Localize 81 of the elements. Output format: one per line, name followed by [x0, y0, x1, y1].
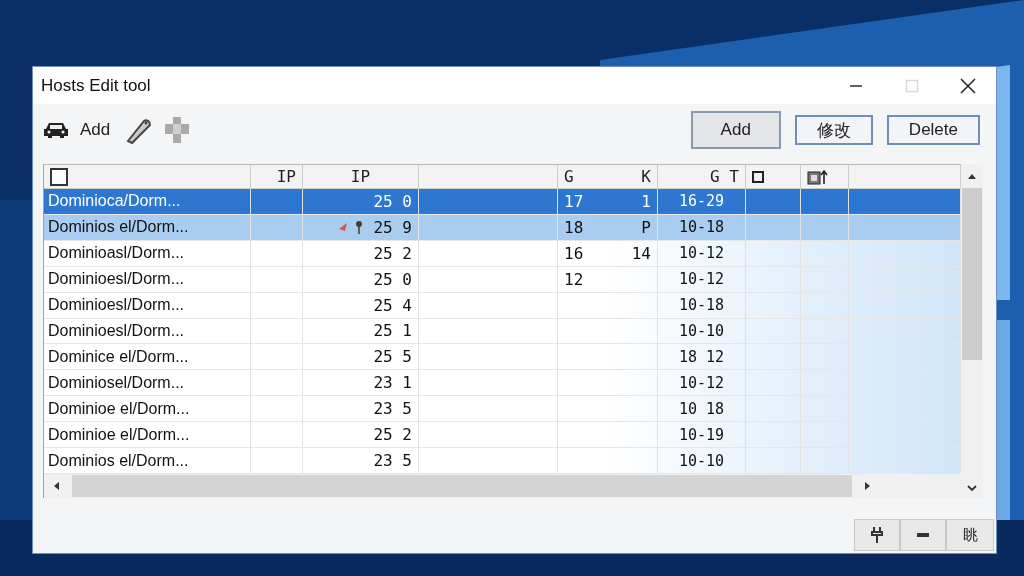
- column-header[interactable]: IP: [276, 167, 296, 186]
- horizontal-scrollbar[interactable]: [44, 474, 961, 498]
- square-icon: [752, 170, 764, 183]
- ip-value: 25 0: [373, 191, 412, 211]
- delete-button[interactable]: Delete: [886, 115, 980, 145]
- scroll-thumb[interactable]: [72, 475, 852, 497]
- column-header[interactable]: G T: [710, 167, 739, 186]
- edit-button[interactable]: 修改: [794, 115, 873, 145]
- date-value: 10-18: [678, 218, 725, 237]
- vertical-scrollbar[interactable]: [961, 164, 983, 498]
- host-name: Dominioesl/Dorm...: [48, 322, 185, 340]
- host-name: Dominioasl/Dorm...: [48, 244, 185, 263]
- host-name: Dominioesl/Dorm...: [48, 296, 185, 315]
- date-value: 10-19: [678, 425, 725, 444]
- table-row[interactable]: Dominioe el/Dorm... 25 2 10-19: [44, 422, 961, 449]
- table-row[interactable]: Dominioesl/Dorm... 25 4 10-18: [44, 292, 961, 319]
- ip-value: 25 9: [373, 217, 412, 237]
- table-row[interactable]: Dominios el/Dorm... 25 9 18 P 10-18: [44, 214, 961, 241]
- minus-icon: [916, 532, 930, 538]
- ip-value: 25 4: [373, 295, 412, 315]
- date-value: 10-12: [678, 244, 725, 263]
- table-row[interactable]: Dominiosel/Dorm... 23 1 10-12: [44, 370, 961, 397]
- table-row[interactable]: Dominioca/Dorm... 25 0 17 1 16-29: [44, 189, 961, 215]
- add-button[interactable]: Add: [690, 111, 781, 149]
- host-name: Dominioe el/Dorm...: [48, 399, 190, 418]
- status-button[interactable]: 眺: [946, 519, 994, 551]
- scroll-down-icon[interactable]: [967, 484, 977, 492]
- table-row[interactable]: Dominioesl/Dorm... 25 0 12 10-12: [44, 266, 961, 293]
- host-name: Dominiosel/Dorm...: [48, 373, 185, 392]
- minimize-icon: [849, 84, 863, 87]
- g-value: 12: [564, 269, 584, 289]
- date-value: 10 18: [678, 399, 725, 418]
- window-title: Hosts Edit tool: [41, 75, 151, 96]
- date-value: 10-18: [678, 296, 725, 315]
- minus-button[interactable]: [900, 519, 946, 551]
- ip-value: 23 5: [373, 451, 412, 470]
- table-row[interactable]: Dominioesl/Dorm... 25 1 10-10: [44, 318, 961, 345]
- table-row[interactable]: Dominioasl/Dorm... 25 2 16 14 10-12: [44, 240, 961, 267]
- ip-value: 25 0: [373, 269, 412, 289]
- plug-icon: [870, 526, 884, 544]
- date-value: 10-10: [678, 451, 725, 470]
- ip-value: 25 1: [373, 321, 412, 341]
- ip-value: 25 2: [373, 425, 412, 445]
- date-value: 10-10: [678, 322, 725, 340]
- host-name: Dominioca/Dorm...: [48, 192, 181, 211]
- k-value: 1: [641, 191, 651, 211]
- scroll-thumb[interactable]: [962, 188, 982, 360]
- table-row[interactable]: Dominios el/Dorm... 23 5 10-10: [44, 448, 961, 474]
- scroll-left-icon[interactable]: [52, 481, 60, 491]
- host-name: Dominioe el/Dorm...: [48, 425, 190, 444]
- table-row[interactable]: Dominioe el/Dorm... 23 5 10 18: [44, 396, 961, 423]
- date-value: 10-12: [678, 270, 725, 289]
- ip-value: 23 5: [373, 399, 412, 419]
- host-name: Dominios el/Dorm...: [48, 218, 189, 237]
- ip-value: 25 2: [373, 243, 412, 263]
- host-name: Dominioesl/Dorm...: [48, 270, 185, 289]
- header-checkbox[interactable]: [50, 167, 68, 186]
- column-header[interactable]: G: [564, 167, 574, 186]
- ip-value: 25 5: [373, 347, 412, 367]
- close-icon: [960, 77, 976, 94]
- g-value: 18: [564, 217, 584, 237]
- column-header[interactable]: K: [641, 167, 651, 186]
- host-name: Dominios el/Dorm...: [48, 451, 189, 470]
- host-name: Dominice el/Dorm...: [48, 347, 189, 366]
- date-value: 10-12: [678, 373, 725, 392]
- device-icon: [807, 168, 829, 185]
- k-value: 14: [631, 243, 651, 263]
- scroll-up-icon[interactable]: [967, 172, 977, 180]
- plug-button[interactable]: [854, 519, 900, 551]
- table-row[interactable]: Dominice el/Dorm... 25 5 18 12: [44, 344, 961, 371]
- date-value: 16-29: [678, 192, 725, 211]
- g-value: 17: [564, 191, 584, 211]
- maximize-icon: [905, 78, 919, 93]
- g-value: 16: [564, 243, 584, 263]
- ip-value: 23 1: [373, 373, 412, 393]
- k-value: P: [641, 217, 651, 237]
- column-header[interactable]: IP: [350, 167, 371, 186]
- date-value: 18 12: [678, 347, 725, 366]
- scroll-right-icon[interactable]: [864, 481, 872, 491]
- car-icon[interactable]: [42, 120, 70, 140]
- add-label[interactable]: Add: [80, 120, 111, 140]
